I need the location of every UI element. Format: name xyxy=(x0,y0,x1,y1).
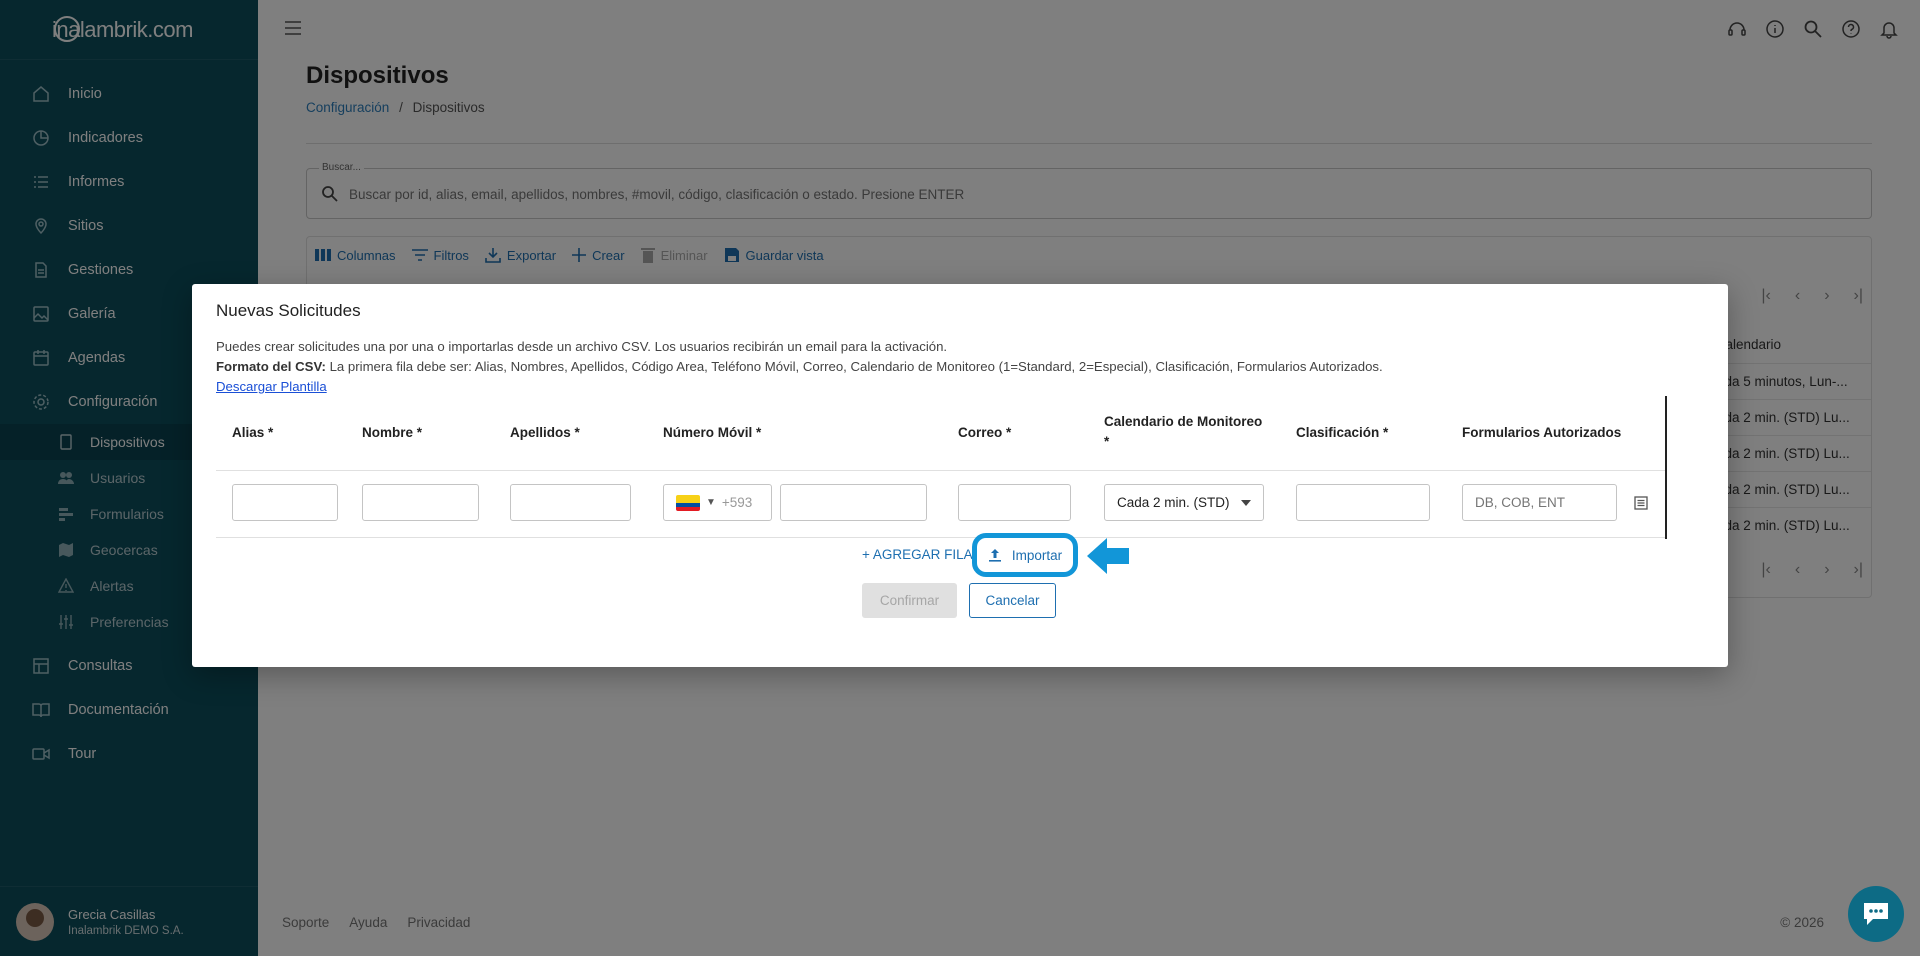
dialog-desc-line1: Puedes crear solicitudes una por una o i… xyxy=(216,339,948,354)
csv-format-label: Formato del CSV: xyxy=(216,359,326,374)
confirm-button[interactable]: Confirmar xyxy=(862,583,957,618)
chat-button[interactable] xyxy=(1848,886,1904,942)
upload-icon xyxy=(988,549,1001,562)
country-code-select[interactable]: ▼ +593 xyxy=(663,484,772,521)
chat-icon xyxy=(1864,903,1888,925)
country-code: +593 xyxy=(721,495,753,510)
col-alias: Alias * xyxy=(232,425,274,440)
nombre-field[interactable] xyxy=(362,484,479,521)
table-row: ▼ +593 Cada 2 min. (STD) xyxy=(216,471,1665,538)
chevron-down-icon xyxy=(1241,500,1251,506)
clasificacion-field[interactable] xyxy=(1296,484,1430,521)
new-requests-dialog: Nuevas Solicitudes Puedes crear solicitu… xyxy=(192,284,1728,667)
form-list-icon[interactable] xyxy=(1634,496,1648,515)
col-clasificacion: Clasificación * xyxy=(1296,425,1389,440)
scroll-edge xyxy=(1665,396,1667,539)
email-field[interactable] xyxy=(958,484,1071,521)
col-calendario-label: Calendario de Monitoreo xyxy=(1104,414,1263,429)
col-correo: Correo * xyxy=(958,425,1012,440)
col-nombre: Nombre * xyxy=(362,425,423,440)
import-label: Importar xyxy=(1011,547,1063,563)
csv-format-text: La primera fila debe ser: Alias, Nombres… xyxy=(325,359,1383,374)
chevron-down-icon: ▼ xyxy=(706,497,716,508)
formularios-field[interactable] xyxy=(1462,484,1617,521)
ecuador-flag-icon xyxy=(676,494,700,511)
alias-field[interactable] xyxy=(232,484,338,521)
col-calendario-required: * xyxy=(1104,434,1110,449)
col-movil: Número Móvil * xyxy=(663,425,762,440)
cancel-button[interactable]: Cancelar xyxy=(969,583,1056,618)
dialog-desc-format: Formato del CSV: La primera fila debe se… xyxy=(216,357,1383,377)
arrow-left-icon xyxy=(1087,538,1129,574)
dialog-title: Nuevas Solicitudes xyxy=(216,301,361,320)
col-apellidos: Apellidos * xyxy=(510,425,580,440)
phone-number-field[interactable] xyxy=(780,484,927,521)
dialog-description: Puedes crear solicitudes una por una o i… xyxy=(216,337,1383,397)
col-formularios: Formularios Autorizados xyxy=(1462,425,1622,440)
import-button[interactable]: Importar xyxy=(972,533,1078,577)
add-row-button[interactable]: + AGREGAR FILA xyxy=(862,547,973,562)
download-template-link[interactable]: Descargar Plantilla xyxy=(216,379,327,394)
calendario-select[interactable]: Cada 2 min. (STD) xyxy=(1104,484,1264,521)
calendario-value: Cada 2 min. (STD) xyxy=(1117,495,1230,510)
apellidos-field[interactable] xyxy=(510,484,631,521)
col-calendario: Calendario de Monitoreo * xyxy=(1104,412,1262,452)
table-header: Alias * Nombre * Apellidos * Número Móvi… xyxy=(216,396,1665,471)
